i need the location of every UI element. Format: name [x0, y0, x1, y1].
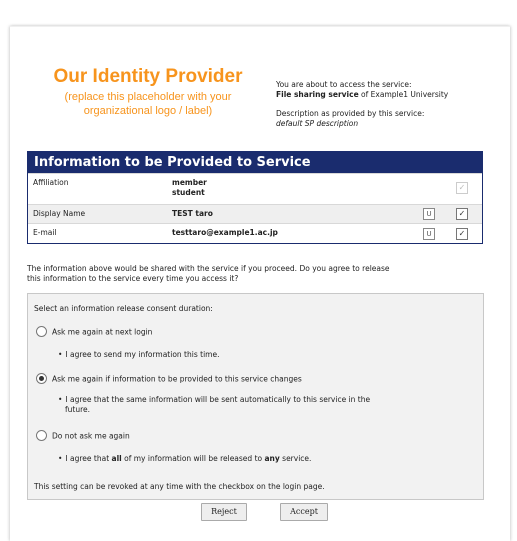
release-question: The information above would be shared wi…	[27, 264, 497, 284]
attribute-table-header: Information to be Provided to Service	[28, 152, 482, 173]
table-row: Display Name TEST taro U ✓	[28, 204, 482, 223]
bullet-icon: •	[58, 454, 63, 463]
consent-option-next-login[interactable]: Ask me again at next login	[36, 326, 153, 338]
bullet-text: of my information will be released to	[121, 454, 265, 463]
consent-option-label: Ask me again at next login	[52, 327, 153, 337]
service-name-line: File sharing service of Example1 Univers…	[276, 90, 508, 100]
reject-button[interactable]: Reject	[201, 503, 247, 521]
radio-button[interactable]	[36, 326, 47, 337]
bullet-text: I agree that the same information will b…	[65, 395, 371, 404]
consent-option-bullet: • I agree that the same information will …	[58, 395, 468, 415]
attribute-checkbox[interactable]: ✓	[456, 228, 468, 240]
attribute-table: Information to be Provided to Service Af…	[27, 151, 483, 244]
attribute-value: member student	[172, 178, 207, 197]
consent-option-label: Do not ask me again	[52, 431, 130, 441]
bullet-icon: •	[58, 395, 63, 404]
attribute-value-line: member	[172, 178, 207, 187]
attribute-value-line: student	[172, 187, 205, 197]
service-org: of Example1 University	[358, 89, 449, 99]
accept-button[interactable]: Accept	[280, 503, 328, 521]
idp-logo-subtitle-2: organizational logo / label)	[83, 105, 213, 117]
release-question-line: The information above would be shared wi…	[27, 264, 390, 273]
bullet-icon: •	[58, 350, 63, 359]
service-desc-label: Description as provided by this service:	[276, 109, 425, 118]
bullet-text: I agree to send my information this time…	[65, 350, 220, 359]
release-question-line: this information to the service every ti…	[27, 274, 239, 283]
radio-button[interactable]	[36, 430, 47, 441]
consent-option-bullet: • I agree that all of my information will…	[58, 454, 468, 464]
attribute-value: TEST taro	[172, 209, 213, 218]
service-name: File sharing service	[276, 89, 359, 99]
consent-title: Select an information release consent du…	[34, 304, 213, 313]
revoke-note: This setting can be revoked at any time …	[34, 482, 325, 491]
service-intro: You are about to access the service:	[276, 80, 412, 89]
bullet-text: future.	[65, 405, 91, 414]
user-info-icon[interactable]: U	[423, 228, 435, 240]
attribute-label: Display Name	[33, 209, 86, 218]
consent-duration-panel: Select an information release consent du…	[27, 293, 484, 500]
consent-option-label: Ask me again if information to be provid…	[52, 374, 302, 384]
idp-logo-placeholder: Our Identity Provider (replace this plac…	[28, 66, 268, 118]
radio-button-selected[interactable]	[36, 373, 47, 384]
attribute-label: E-mail	[33, 228, 57, 237]
bullet-text-bold: any	[264, 454, 280, 463]
consent-option-do-not-ask[interactable]: Do not ask me again	[36, 430, 130, 442]
attribute-checkbox: ✓	[456, 182, 468, 194]
service-desc-value: default SP description	[276, 118, 359, 128]
consent-option-bullet: • I agree to send my information this tim…	[58, 350, 468, 360]
service-info: You are about to access the service: Fil…	[276, 80, 508, 128]
table-row: Affiliation member student ✓	[28, 173, 482, 204]
attribute-value: testtaro@example1.ac.jp	[172, 228, 278, 237]
bullet-text: I agree that	[65, 454, 112, 463]
consent-option-info-changes[interactable]: Ask me again if information to be provid…	[36, 373, 302, 385]
table-row: E-mail testtaro@example1.ac.jp U ✓	[28, 223, 482, 243]
idp-logo-title: Our Identity Provider	[53, 66, 243, 87]
attribute-checkbox[interactable]: ✓	[456, 208, 468, 220]
user-info-icon[interactable]: U	[423, 208, 435, 220]
attribute-label: Affiliation	[33, 178, 69, 187]
bullet-text: service.	[279, 454, 312, 463]
bullet-text-bold: all	[111, 454, 122, 463]
idp-logo-subtitle-1: (replace this placeholder with your	[64, 91, 232, 103]
